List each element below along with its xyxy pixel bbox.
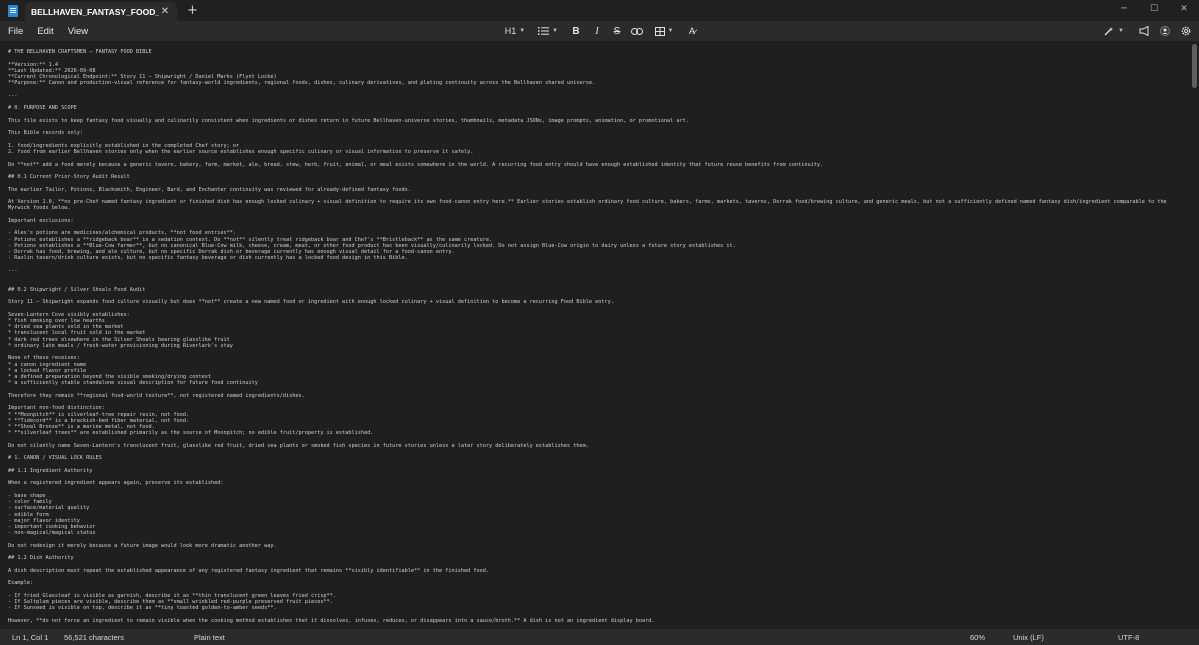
vertical-scrollbar-thumb[interactable] bbox=[1192, 44, 1197, 88]
maximize-button[interactable]: ☐ bbox=[1139, 0, 1169, 18]
chevron-down-icon: ▼ bbox=[519, 28, 526, 34]
list-icon bbox=[538, 27, 550, 35]
list-dropdown[interactable]: ▼ bbox=[535, 21, 561, 41]
chevron-down-icon: ▼ bbox=[1118, 28, 1124, 34]
share-icon bbox=[1139, 26, 1148, 36]
zoom-level[interactable]: 60% bbox=[970, 633, 985, 642]
clear-formatting-button[interactable]: A̷ bbox=[684, 21, 700, 41]
status-bar: Ln 1, Col 1 56,521 characters Plain text… bbox=[0, 629, 1199, 645]
heading-label: H1 bbox=[504, 26, 517, 36]
editor-area[interactable]: # THE BELLHAVEN CRAFTSMEN — FANTASY FOOD… bbox=[0, 41, 1190, 629]
tab-document[interactable]: BELLHAVEN_FANTASY_FOOD_BIBLE ✕ bbox=[25, 2, 177, 21]
clear-format-icon: A̷ bbox=[688, 26, 695, 36]
line-endings: Unix (LF) bbox=[1013, 633, 1044, 642]
menu-view[interactable]: View bbox=[61, 26, 95, 37]
copilot-dropdown[interactable]: ▼ bbox=[1100, 21, 1128, 41]
share-button[interactable] bbox=[1136, 21, 1152, 41]
table-icon bbox=[654, 26, 665, 36]
table-dropdown[interactable]: ▼ bbox=[651, 21, 677, 41]
settings-button[interactable] bbox=[1178, 21, 1194, 41]
bold-button[interactable]: B bbox=[568, 21, 584, 41]
chevron-down-icon: ▼ bbox=[667, 28, 674, 34]
menu-file[interactable]: File bbox=[0, 26, 30, 37]
link-button[interactable] bbox=[628, 21, 646, 41]
chevron-down-icon: ▼ bbox=[552, 28, 558, 34]
encoding: UTF-8 bbox=[1118, 633, 1140, 642]
text-format: Plain text bbox=[194, 633, 225, 642]
notepad-app-icon bbox=[8, 5, 18, 17]
profile-icon bbox=[1160, 26, 1170, 36]
new-tab-button[interactable]: + bbox=[187, 3, 198, 18]
strikethrough-button[interactable]: S bbox=[609, 21, 625, 41]
document-text[interactable]: # THE BELLHAVEN CRAFTSMEN — FANTASY FOOD… bbox=[0, 41, 1190, 624]
link-icon bbox=[631, 27, 643, 35]
profile-button[interactable] bbox=[1157, 21, 1173, 41]
settings-icon bbox=[1181, 26, 1191, 36]
minimize-button[interactable]: ─ bbox=[1109, 0, 1139, 18]
title-bar: BELLHAVEN_FANTASY_FOOD_BIBLE ✕ + ─ ☐ ✕ bbox=[0, 0, 1199, 21]
heading-dropdown[interactable]: H1 ▼ bbox=[500, 21, 530, 41]
menu-edit[interactable]: Edit bbox=[30, 26, 60, 37]
character-count: 56,521 characters bbox=[64, 633, 125, 642]
copilot-icon bbox=[1104, 27, 1114, 36]
cursor-position: Ln 1, Col 1 bbox=[12, 633, 49, 642]
tab-title: BELLHAVEN_FANTASY_FOOD_BIBLE bbox=[31, 6, 159, 17]
close-window-button[interactable]: ✕ bbox=[1169, 0, 1199, 18]
close-tab-icon[interactable]: ✕ bbox=[159, 6, 171, 17]
italic-button[interactable]: I bbox=[589, 21, 605, 41]
window-controls: ─ ☐ ✕ bbox=[1109, 0, 1199, 18]
